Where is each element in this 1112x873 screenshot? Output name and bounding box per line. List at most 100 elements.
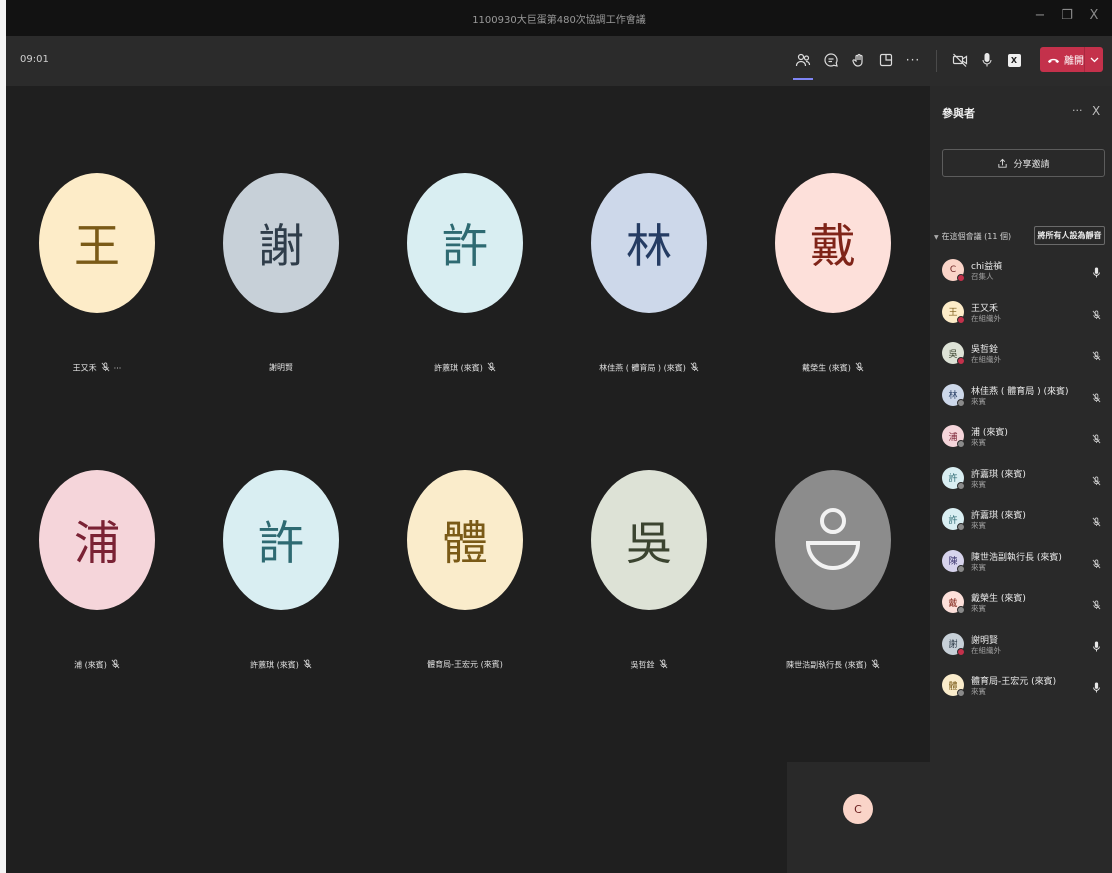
share-tray-glyph: X: [1007, 53, 1021, 67]
mic-off-icon: [487, 362, 496, 374]
participant-list-item[interactable]: 王王又禾 在組織外: [942, 295, 1105, 329]
participant-tile-name: 許䕒琪 (來賓): [190, 659, 372, 671]
participant-role: 來賓: [971, 604, 986, 613]
participant-avatar: 謝: [223, 173, 339, 313]
participant-name: 謝明賢: [269, 363, 293, 372]
mic-off-icon: [690, 362, 699, 374]
participant-tile-name: 戴榮生 (來賓): [742, 362, 924, 374]
participant-list-item[interactable]: Cchi益禎 召集人: [942, 253, 1105, 287]
presence-status-icon: [957, 606, 965, 614]
participant-role: 召集人: [971, 272, 994, 281]
presence-status-icon: [957, 440, 965, 448]
participant-list-item[interactable]: 體體育局-王宏元 (來賓) 來賓: [942, 668, 1105, 702]
presence-status-icon: [957, 564, 965, 573]
participants-panel: 參與者 ··· X 分享邀請 ▼ 在這個會議 (11 個) 將所有人設為靜音 Cc…: [930, 86, 1112, 873]
meeting-toolbar: 09:01 ··· X 離開: [6, 36, 1112, 86]
participant-name: 浦 (來賓): [74, 660, 107, 670]
mute-all-button[interactable]: 將所有人設為靜音: [1034, 226, 1105, 245]
chevron-down-icon: ▼: [934, 234, 939, 241]
close-window-button[interactable]: X: [1084, 8, 1104, 23]
participant-role: 來賓: [971, 521, 986, 530]
mic-off-icon[interactable]: [1092, 554, 1101, 573]
share-icon: [998, 158, 1008, 168]
presence-status-icon: [957, 523, 965, 531]
participant-tile-name: 體育局-王宏元 (來賓): [374, 659, 556, 670]
leave-label: 離開: [1064, 56, 1084, 67]
participant-list-item[interactable]: 林林佳燕 ( 體育局 ) (來賓) 來賓: [942, 378, 1105, 412]
participant-name: 林佳燕 ( 體育局 ) (來賓): [599, 363, 686, 373]
title-bar: 1100930大巨蛋第480次協調工作會議 − ❐ X: [6, 0, 1112, 36]
mic-icon[interactable]: [1092, 678, 1101, 697]
participant-name: 體育局-王宏元 (來賓): [427, 660, 503, 669]
leave-button[interactable]: 離開: [1040, 47, 1103, 72]
window-title: 1100930大巨蛋第480次協調工作會議: [472, 15, 646, 26]
mic-off-icon[interactable]: [1092, 388, 1101, 407]
reactions-icon[interactable]: [848, 49, 870, 71]
chevron-down-icon: [1090, 57, 1098, 62]
presence-status-icon: [957, 357, 965, 365]
phone-hangup-icon: [1048, 58, 1059, 63]
participant-list-item[interactable]: 戴戴榮生 (來賓) 來賓: [942, 585, 1105, 619]
mic-icon[interactable]: [1092, 263, 1101, 282]
self-avatar: C: [843, 794, 873, 824]
participant-avatar: 許: [223, 470, 339, 610]
participant-list-item[interactable]: 謝謝明賢 在組織外: [942, 627, 1105, 661]
mic-off-icon: [659, 659, 668, 671]
self-view[interactable]: C: [787, 762, 930, 873]
minimize-button[interactable]: −: [1030, 8, 1050, 23]
participant-role: 來賓: [971, 479, 986, 489]
toolbar-divider: [936, 50, 937, 72]
mic-off-icon[interactable]: [1092, 429, 1101, 448]
mic-off-icon: [303, 659, 312, 671]
mic-icon[interactable]: [976, 49, 998, 71]
participant-avatar: 林: [591, 173, 707, 313]
more-icon[interactable]: ···: [902, 49, 924, 71]
participant-avatar: 吳: [591, 470, 707, 610]
mic-off-icon[interactable]: [1092, 471, 1101, 490]
mic-off-icon[interactable]: [1092, 595, 1101, 614]
participant-list-item[interactable]: 吳吳哲銓 在組織外: [942, 336, 1105, 370]
panel-close-button[interactable]: X: [1092, 104, 1100, 118]
in-meeting-section-header[interactable]: ▼ 在這個會議 (11 個): [934, 231, 1011, 242]
participant-name: 王又禾: [72, 363, 97, 373]
presence-status-icon: [957, 315, 965, 324]
section-label: 在這個會議 (11 個): [941, 232, 1012, 241]
mic-off-icon[interactable]: [1092, 346, 1101, 365]
participant-role: 來賓: [971, 396, 986, 406]
mic-off-icon: [101, 362, 110, 374]
presence-status-icon: [957, 398, 965, 407]
mic-icon[interactable]: [1092, 637, 1101, 656]
share-invite-label: 分享邀請: [1013, 159, 1050, 170]
participant-role: 來賓: [971, 438, 986, 447]
leave-main[interactable]: 離開: [1040, 47, 1084, 72]
participant-list-item[interactable]: 陳陳世浩副執行長 (來賓) 來賓: [942, 544, 1105, 578]
presence-status-icon: [957, 481, 965, 490]
chat-icon[interactable]: [820, 49, 842, 71]
share-tray-icon[interactable]: X: [1003, 49, 1025, 71]
participant-tile-name: 王又禾 ···: [6, 362, 188, 374]
participant-role: 來賓: [971, 687, 986, 696]
presence-status-icon: [957, 274, 965, 282]
participant-list-item[interactable]: 浦浦 (來賓) 來賓: [942, 419, 1105, 453]
participant-list-item[interactable]: 許許䕒琪 (來賓) 來賓: [942, 502, 1105, 536]
mic-off-icon[interactable]: [1092, 512, 1101, 531]
tile-more-button[interactable]: ···: [114, 364, 122, 373]
participant-tile-name: 陳世浩副執行長 (來賓): [742, 659, 924, 671]
restore-button[interactable]: ❐: [1057, 8, 1077, 23]
participants-icon[interactable]: [792, 49, 814, 80]
participant-name: 許䕒琪 (來賓): [250, 660, 299, 670]
person-icon: [805, 508, 861, 570]
breakout-rooms-icon[interactable]: [875, 49, 897, 71]
participant-avatar: 浦: [39, 470, 155, 610]
mic-off-icon: [871, 659, 880, 671]
mic-off-icon[interactable]: [1092, 305, 1101, 324]
camera-off-icon[interactable]: [949, 49, 971, 71]
participant-list-item[interactable]: 許許䕒琪 (來賓) 來賓: [942, 461, 1105, 495]
video-stage: 王王又禾 ··· 謝謝明賢許許䕒琪 (來賓) 林林佳燕 ( 體育局 ) (來賓) 戴戴榮…: [6, 86, 930, 873]
share-invite-button[interactable]: 分享邀請: [942, 149, 1105, 177]
panel-more-button[interactable]: ···: [1072, 104, 1083, 117]
mic-off-icon: [855, 362, 864, 374]
participant-role: 在組織外: [971, 645, 1001, 655]
leave-options-button[interactable]: [1085, 57, 1103, 63]
presence-status-icon: [957, 689, 965, 697]
